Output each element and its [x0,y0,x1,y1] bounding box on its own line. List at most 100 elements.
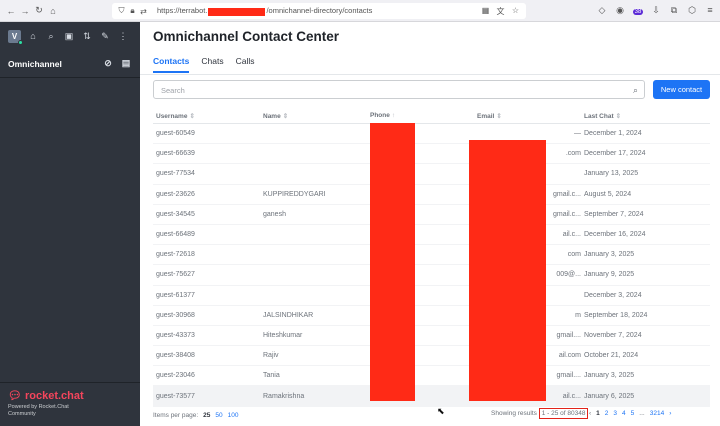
page-3[interactable]: 3 [613,410,617,417]
download-icon[interactable]: ⇩ [650,4,662,16]
cell-last-chat: December 17, 2024 [584,150,646,158]
tab-chats[interactable]: Chats [201,56,223,73]
lock-icon[interactable]: 🔒︎ [127,6,138,16]
table-row[interactable]: guest-34545 ganesh gmail.c... September 7, … [153,205,710,225]
tab-bar: Contacts Chats Calls [153,56,255,73]
create-new-icon[interactable]: ✎ [99,31,111,42]
qr-code-icon[interactable]: ▦ [480,6,491,17]
sort-icon: ⇕ [282,112,289,120]
home-icon[interactable]: ⌂ [27,31,39,41]
table-row[interactable]: guest-38408 Rajiv ail.com October 21, 2024 [153,346,710,367]
search-input[interactable]: Search ⌕ [153,80,645,99]
shield-icon[interactable]: ⛉ [116,6,127,16]
cell-last-chat: November 7, 2024 [584,331,642,339]
prev-page-icon[interactable]: ‹ [589,410,591,417]
menu-icon[interactable]: ≡ [704,4,716,16]
kebab-menu-icon[interactable]: ⋮ [117,31,129,42]
cell-username: guest-23046 [156,372,195,380]
column-header-email[interactable]: Email ⇕ [474,112,581,120]
home-icon[interactable]: ⌂ [46,6,60,16]
sidebar-footer: 💬︎ rocket.chat Powered by Rocket.Chat Co… [0,382,140,426]
table-row[interactable]: guest-30968 JALSINDHIKAR m September 18, 20… [153,306,710,326]
account-icon[interactable]: ◉ [614,4,626,16]
table-row[interactable]: guest-73577 Ramakrishna ail.c... January 6,… [153,386,710,407]
table-row[interactable]: guest-72618 com January 3, 2025 [153,245,710,266]
avatar[interactable]: V [8,29,23,45]
mouse-cursor-icon: ⬉ [437,406,445,416]
cell-username: guest-75627 [156,271,195,279]
cell-last-chat: October 21, 2024 [584,352,639,360]
address-bar[interactable]: ⛉ 🔒︎ ⇄ https://terrabot./omnichannel-dir… [112,3,526,19]
page-4[interactable]: 4 [622,410,626,417]
cell-last-chat: December 1, 2024 [584,130,642,138]
cell-name: KUPPIREDDYGARI [263,190,326,198]
ublock-icon[interactable]: ⬡ [686,4,698,16]
page-last[interactable]: 3214 [650,410,664,417]
next-page-icon[interactable]: › [669,410,671,417]
page-1[interactable]: 1 [596,410,600,417]
sidebar-section-label: Omnichannel [8,58,62,69]
table-row[interactable]: guest-23046 Tania gmail.... January 3, 2025 [153,366,710,387]
table-row[interactable]: guest-61377 December 3, 2024 [153,286,710,306]
table-row[interactable]: guest-43373 Hiteshkumar gmail.... November … [153,326,710,347]
pocket-icon[interactable]: ◇ [596,4,608,16]
sort-icon: ⇕ [615,112,622,120]
cell-last-chat: December 16, 2024 [584,231,646,239]
page-ellipsis: ... [639,410,645,417]
cell-last-chat: January 3, 2025 [584,251,635,259]
cell-username: guest-34545 [156,210,195,218]
column-header-username[interactable]: Username ⇕ [153,112,260,120]
extension-icon[interactable]: 38 [632,4,644,16]
column-header-last-chat[interactable]: Last Chat ⇕ [581,112,710,120]
cell-last-chat: September 18, 2024 [584,311,648,319]
page-size-50[interactable]: 50 [215,412,222,419]
page-size-25[interactable]: 25 [203,412,210,419]
permissions-icon[interactable]: ⇄ [138,7,149,16]
puzzle-icon[interactable]: ⧉ [668,4,680,16]
forward-icon[interactable]: → [18,6,32,16]
cell-name: Rajiv [263,352,279,360]
search-icon[interactable]: ⌕ [45,31,57,42]
sidebar-section-omnichannel: Omnichannel ⊘ ▤ [0,50,140,78]
page-size-100[interactable]: 100 [228,412,239,419]
sort-icon[interactable]: ⇅ [81,31,93,42]
omnichannel-status-icon[interactable]: ⊘ [102,58,114,69]
cell-username: guest-66639 [156,150,195,158]
cell-last-chat: August 5, 2024 [584,190,632,198]
cell-last-chat: January 6, 2025 [584,392,635,400]
new-contact-button[interactable]: New contact [653,80,710,99]
table-row[interactable]: guest-77534 January 13, 2025 [153,164,710,185]
back-icon[interactable]: ← [4,6,18,16]
page-2[interactable]: 2 [605,410,609,417]
table-row[interactable]: guest-66639 .com December 17, 2024 [153,144,710,165]
cell-name: ganesh [263,210,286,218]
browser-toolbar: ← → ↻ ⌂ ⛉ 🔒︎ ⇄ https://terrabot./omnicha… [0,0,720,22]
cell-username: guest-60549 [156,130,195,138]
sort-icon: ⇕ [496,112,502,120]
pagination-footer: Items per page: 25 50 100 Showing result… [153,408,710,422]
column-header-name[interactable]: Name ⇕ [260,112,367,120]
bookmark-star-icon[interactable]: ☆ [510,6,521,17]
sidebar: V ⌂ ⌕ ▣ ⇅ ✎ ⋮ Omnichannel ⊘ ▤ 💬︎ rocket.… [0,22,140,426]
status-online-dot [18,39,23,45]
cell-email: — [574,130,581,138]
translate-icon[interactable]: 文 [495,6,506,17]
tab-contacts[interactable]: Contacts [153,56,190,73]
directory-icon[interactable]: ▣ [63,31,75,42]
sort-icon: ⇕ [189,112,195,120]
table-body: guest-60549 — December 1, 2024 guest-66639.… [153,124,710,407]
tab-calls[interactable]: Calls [236,56,255,73]
cell-name: Hiteshkumar [263,331,303,339]
table-row[interactable]: guest-66489 ail.c... December 16, 2024 [153,225,710,246]
column-header-phone[interactable]: Phone ↑ [367,112,474,119]
sidebar-header: V ⌂ ⌕ ▣ ⇅ ✎ ⋮ [0,22,140,50]
contact-center-icon[interactable]: ▤ [120,58,132,69]
table-row[interactable]: guest-23626 KUPPIREDDYGARI gmail.c... Augus… [153,185,710,205]
contacts-table: Username ⇕ Name ⇕ Phone ↑ Email ⇕ Last Chat ⇕… [153,108,710,407]
table-row[interactable]: guest-60549 — December 1, 2024 [153,124,710,145]
cell-name: Ramakrishna [263,392,305,400]
reload-icon[interactable]: ↻ [32,5,46,16]
cell-last-chat: September 7, 2024 [584,210,644,218]
table-row[interactable]: guest-75627 009@... January 9, 2025 [153,265,710,286]
page-5[interactable]: 5 [631,410,635,417]
